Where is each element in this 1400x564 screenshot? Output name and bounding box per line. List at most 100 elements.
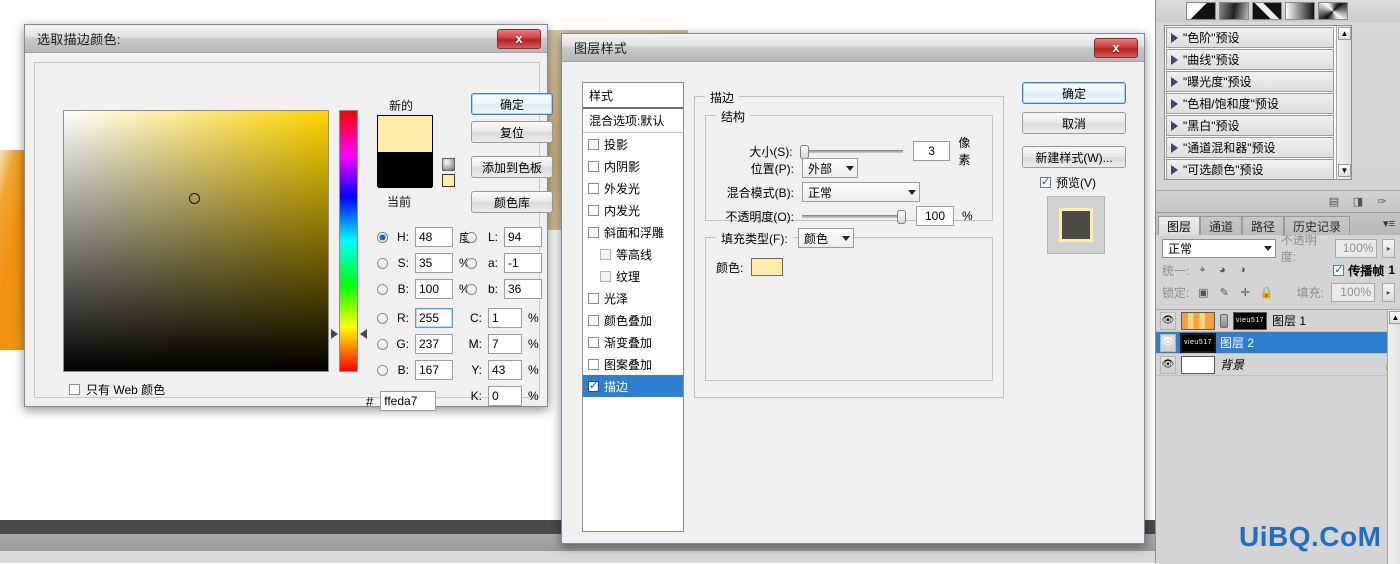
preset-item-5[interactable]: "通道混和器"预设 — [1166, 137, 1334, 158]
rgb-row-g[interactable]: G: 237 — [377, 334, 453, 354]
radio-b-lab[interactable] — [466, 283, 477, 295]
lab-row-a[interactable]: a: -1 — [466, 253, 542, 273]
gradient-thumb-2[interactable] — [1219, 2, 1249, 20]
chevron-right-icon[interactable] — [1171, 120, 1178, 131]
add-to-swatches-button[interactable]: 添加到色板 — [471, 156, 553, 178]
opacity-slider[interactable] — [802, 209, 906, 224]
radio-r[interactable] — [377, 312, 388, 324]
checkbox-icon[interactable] — [588, 160, 599, 172]
checkbox-icon[interactable] — [600, 270, 611, 282]
blending-options-item[interactable]: 混合选项:默认 — [583, 109, 683, 133]
color-picker-ok-button[interactable]: 确定 — [471, 93, 553, 115]
lab-row-b[interactable]: b: 36 — [466, 279, 542, 299]
style-item-2[interactable]: 外发光 — [583, 177, 683, 199]
close-icon[interactable]: x — [1094, 37, 1138, 58]
tab-active-0[interactable]: 图层 — [1158, 216, 1201, 235]
gradient-thumb-5[interactable] — [1318, 2, 1348, 20]
scroll-up-icon[interactable]: ▲ — [1389, 311, 1400, 324]
input-k[interactable]: 0 — [488, 386, 522, 406]
layer-opacity-value[interactable]: 100% — [1335, 238, 1378, 258]
size-slider-knob[interactable] — [800, 144, 810, 159]
propagate-frame-checkbox[interactable]: 传播帧 1 — [1333, 262, 1395, 279]
radio-a[interactable] — [466, 257, 477, 269]
hex-row[interactable]: # ffeda7 — [366, 391, 437, 411]
position-select[interactable]: 外部 — [802, 158, 858, 178]
color-libraries-button[interactable]: 颜色库 — [471, 191, 553, 213]
preset-item-1[interactable]: "曲线"预设 — [1166, 49, 1334, 70]
chevron-right-icon[interactable] — [1171, 76, 1178, 87]
layer-mask-thumbnail[interactable]: vieu517 — [1233, 311, 1267, 330]
fill-color-row[interactable]: 颜色: — [716, 258, 784, 276]
rgb-row-b[interactable]: B: 167 — [377, 360, 453, 380]
lock-position-icon[interactable]: ✛ — [1238, 285, 1252, 299]
layer-row[interactable]: 👁 vieu517 图层 1 — [1156, 310, 1400, 332]
panel-menu-icon[interactable]: ▾≡ — [1383, 217, 1395, 230]
presets-panel[interactable]: "色阶"预设 "曲线"预设 "曝光度"预设 "色相/饱和度"预设 "黑白"预设 "通道混和… — [1164, 25, 1352, 180]
checkbox-icon[interactable] — [588, 204, 599, 216]
chevron-right-icon[interactable] — [1171, 54, 1178, 65]
style-item-1[interactable]: 内阴影 — [583, 155, 683, 177]
chevron-right-icon[interactable] — [1171, 32, 1178, 43]
fill-type-select[interactable]: 颜色 — [798, 228, 854, 248]
checkbox-icon[interactable] — [588, 336, 599, 348]
layer-thumbnail[interactable] — [1181, 355, 1215, 374]
position-row[interactable]: 位置(P): 外部 — [706, 158, 982, 178]
hsb-row-b[interactable]: B: 100 % — [377, 279, 470, 299]
input-b-brightness[interactable]: 100 — [415, 279, 453, 299]
brush-panel-icon[interactable]: ✑ — [1375, 195, 1389, 209]
layer-thumbnail[interactable]: vieu517 — [1180, 332, 1216, 353]
color-comparison-swatch[interactable] — [377, 115, 433, 188]
layers-scrollbar[interactable]: ▲ — [1387, 310, 1400, 564]
presets-scrollbar[interactable]: ▲ ▼ — [1336, 26, 1351, 179]
layer-blend-mode-select[interactable]: 正常 — [1162, 238, 1276, 258]
styles-list[interactable]: 样式 混合选项:默认 投影 内阴影 外发光 内发光 斜面和浮雕 等高线 纹理 光泽 颜色叠加 渐变… — [582, 82, 684, 532]
opacity-row[interactable]: 不透明度(O): 100 % — [706, 206, 982, 226]
input-b-rgb[interactable]: 167 — [415, 360, 453, 380]
size-slider[interactable] — [800, 144, 903, 159]
web-safe-color-icon[interactable] — [442, 174, 455, 187]
preset-item-3[interactable]: "色相/饱和度"预设 — [1166, 93, 1334, 114]
gradient-thumb-4[interactable] — [1285, 2, 1315, 20]
tab-3[interactable]: 历史记录 — [1284, 216, 1351, 235]
eye-icon[interactable]: 👁 — [1160, 355, 1176, 374]
hsb-row-s[interactable]: S: 35 % — [377, 253, 470, 273]
unify-style-icon[interactable]: ◑ — [1235, 263, 1249, 277]
layer-row[interactable]: 👁 vieu517 图层 2 — [1156, 332, 1400, 354]
radio-l[interactable] — [466, 231, 477, 243]
layer-style-ok-button[interactable]: 确定 — [1022, 82, 1126, 104]
hsb-row-h[interactable]: H: 48 度 — [377, 227, 471, 247]
preset-item-4[interactable]: "黑白"预设 — [1166, 115, 1334, 136]
scroll-up-icon[interactable]: ▲ — [1338, 27, 1351, 40]
input-hex[interactable]: ffeda7 — [380, 391, 437, 411]
chevron-down-icon[interactable] — [908, 189, 916, 195]
lock-transparency-icon[interactable]: ▣ — [1196, 285, 1210, 299]
tab-1[interactable]: 通道 — [1200, 216, 1243, 235]
histogram-icon[interactable]: ▤ — [1327, 195, 1341, 209]
checkbox-icon[interactable] — [588, 314, 599, 326]
checkbox-icon[interactable] — [588, 379, 599, 392]
input-m[interactable]: 7 — [488, 334, 522, 354]
chevron-down-icon[interactable] — [842, 235, 850, 241]
fill-value[interactable]: 100% — [1331, 282, 1375, 302]
new-color-swatch[interactable] — [378, 116, 432, 152]
layers-panel-tabs[interactable]: 图层 通道 路径 历史记录 ▾≡ — [1156, 213, 1400, 235]
opacity-input[interactable]: 100 — [916, 206, 954, 226]
radio-g[interactable] — [377, 338, 388, 350]
radio-b-rgb[interactable] — [377, 364, 388, 376]
cmyk-row-m[interactable]: M: 7 % — [466, 334, 539, 354]
checkbox-icon[interactable] — [588, 182, 599, 194]
layer-name[interactable]: 图层 2 — [1220, 334, 1254, 351]
style-item-7[interactable]: 光泽 — [583, 287, 683, 309]
cmyk-row-c[interactable]: C: 1 % — [466, 308, 539, 328]
style-item-3[interactable]: 内发光 — [583, 199, 683, 221]
link-icon[interactable] — [1220, 313, 1228, 328]
input-a[interactable]: -1 — [504, 253, 542, 273]
chevron-right-icon[interactable] — [1171, 98, 1178, 109]
blend-mode-select[interactable]: 正常 — [802, 182, 920, 202]
lab-row-l[interactable]: L: 94 — [466, 227, 542, 247]
checkbox-icon[interactable] — [588, 138, 599, 150]
chevron-down-icon[interactable] — [846, 165, 854, 171]
style-item-8[interactable]: 颜色叠加 — [583, 309, 683, 331]
checkbox-icon[interactable] — [600, 248, 611, 260]
web-colors-only-checkbox[interactable]: 只有 Web 颜色 — [69, 381, 165, 398]
